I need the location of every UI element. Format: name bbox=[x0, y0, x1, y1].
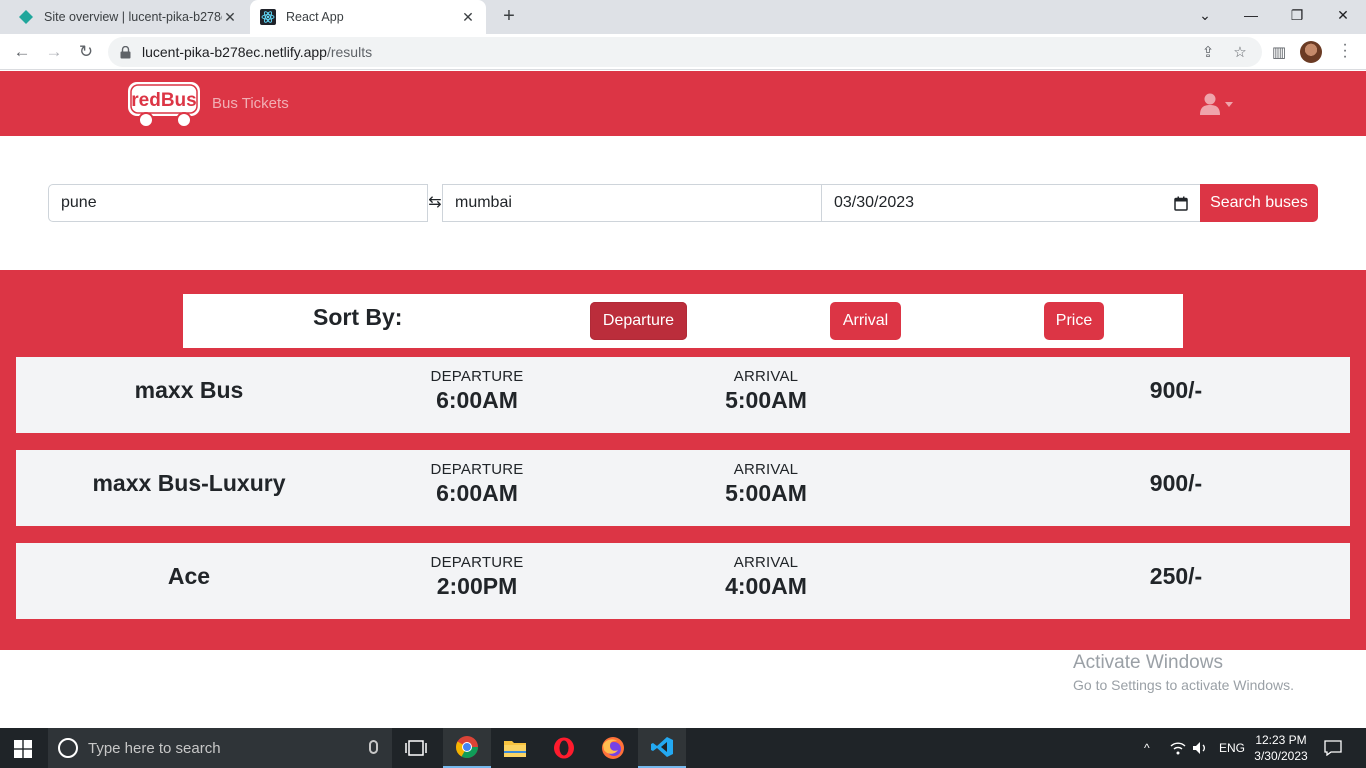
bus-card[interactable]: maxx Bus DEPARTURE 6:00AM ARRIVAL 5:00AM… bbox=[16, 357, 1350, 433]
close-tab-icon[interactable]: ✕ bbox=[222, 9, 238, 26]
more-menu-icon[interactable]: · · · bbox=[1340, 37, 1350, 65]
network-icon[interactable] bbox=[1170, 728, 1186, 768]
clock-date: 3/30/2023 bbox=[1254, 749, 1308, 763]
redbus-logo[interactable]: redBus bbox=[126, 79, 204, 129]
chrome-taskbar-icon[interactable] bbox=[443, 728, 491, 768]
arrival-label: ARRIVAL bbox=[733, 554, 799, 571]
netlify-icon bbox=[18, 9, 34, 25]
date-value: 03/30/2023 bbox=[834, 194, 915, 211]
vscode-icon[interactable] bbox=[638, 728, 686, 768]
search-buses-button[interactable]: Search buses bbox=[1200, 184, 1318, 222]
url-host: lucent-pika-b278ec.netlify.app bbox=[142, 44, 327, 60]
arrival-time: 5:00AM bbox=[725, 387, 807, 413]
bus-card[interactable]: Ace DEPARTURE 2:00PM ARRIVAL 4:00AM 250/… bbox=[16, 543, 1350, 619]
opera-icon[interactable] bbox=[540, 728, 588, 768]
bus-price: 900/- bbox=[1149, 470, 1203, 496]
departure-label: DEPARTURE bbox=[430, 554, 524, 571]
date-input[interactable]: 03/30/2023 bbox=[821, 184, 1201, 222]
departure-time: 6:00AM bbox=[436, 480, 518, 506]
departure-time: 6:00AM bbox=[436, 387, 518, 413]
profile-avatar[interactable] bbox=[1300, 41, 1322, 63]
results-panel: Sort By: Departure Arrival Price maxx Bu… bbox=[0, 270, 1366, 650]
departure-block: DEPARTURE 6:00AM bbox=[377, 368, 577, 414]
taskbar-search-box[interactable]: Type here to search bbox=[48, 728, 392, 768]
arrival-label: ARRIVAL bbox=[733, 368, 799, 385]
bus-name: maxx Bus bbox=[134, 377, 244, 403]
departure-block: DEPARTURE 6:00AM bbox=[377, 461, 577, 507]
clock-time: 12:23 PM bbox=[1255, 733, 1307, 747]
new-tab-button[interactable]: + bbox=[498, 6, 520, 28]
sort-departure-button[interactable]: Departure bbox=[590, 302, 687, 340]
taskbar-search-placeholder: Type here to search bbox=[88, 739, 221, 757]
tab-title: Site overview | lucent-pika-b278e bbox=[44, 10, 222, 24]
bus-name: Ace bbox=[167, 563, 211, 589]
close-tab-icon[interactable]: ✕ bbox=[460, 9, 476, 26]
calendar-icon[interactable] bbox=[1174, 196, 1188, 211]
site-header: redBus Bus Tickets bbox=[0, 71, 1366, 136]
firefox-icon[interactable] bbox=[589, 728, 637, 768]
close-window-button[interactable]: ✕ bbox=[1320, 0, 1366, 30]
brand-subtitle[interactable]: Bus Tickets bbox=[212, 95, 289, 112]
arrival-block: ARRIVAL 4:00AM bbox=[666, 554, 866, 600]
arrival-time: 4:00AM bbox=[725, 573, 807, 599]
arrival-block: ARRIVAL 5:00AM bbox=[666, 461, 866, 507]
watermark-title: Activate Windows bbox=[1073, 652, 1223, 673]
url-path: /results bbox=[326, 44, 373, 60]
windows-start-icon[interactable] bbox=[14, 740, 32, 758]
forward-icon[interactable]: → bbox=[42, 40, 66, 64]
departure-block: DEPARTURE 2:00PM bbox=[377, 554, 577, 600]
from-value: pune bbox=[61, 194, 97, 211]
microphone-icon[interactable] bbox=[369, 740, 378, 754]
departure-label: DEPARTURE bbox=[430, 368, 524, 385]
cortana-icon bbox=[58, 738, 78, 758]
activate-windows-watermark: Activate Windows Go to Settings to activ… bbox=[1073, 652, 1294, 693]
browser-tab-bar: Site overview | lucent-pika-b278e ✕ Reac… bbox=[0, 0, 1366, 34]
taskbar-clock[interactable]: 12:23 PM 3/30/2023 bbox=[1252, 732, 1310, 764]
address-bar[interactable]: lucent-pika-b278ec.netlify.app/results bbox=[108, 37, 1262, 67]
side-panel-icon[interactable]: ▥ bbox=[1269, 42, 1289, 62]
watermark-subtitle: Go to Settings to activate Windows. bbox=[1073, 677, 1294, 693]
bus-price: 900/- bbox=[1149, 377, 1203, 403]
chevron-down-icon bbox=[1225, 101, 1233, 107]
user-icon bbox=[1200, 93, 1220, 115]
arrival-label: ARRIVAL bbox=[733, 461, 799, 478]
react-icon bbox=[260, 9, 276, 25]
departure-label: DEPARTURE bbox=[430, 461, 524, 478]
sort-bar: Sort By: Departure Arrival Price bbox=[183, 294, 1183, 348]
bus-name: maxx Bus-Luxury bbox=[92, 470, 286, 496]
lock-icon bbox=[120, 45, 134, 59]
arrival-block: ARRIVAL 5:00AM bbox=[666, 368, 866, 414]
file-explorer-icon[interactable] bbox=[491, 728, 539, 768]
restore-button[interactable]: ❐ bbox=[1274, 0, 1320, 30]
task-view-icon[interactable] bbox=[392, 728, 440, 768]
tab-title: React App bbox=[286, 10, 344, 24]
tab-site-overview[interactable]: Site overview | lucent-pika-b278e ✕ bbox=[8, 0, 248, 34]
departure-time: 2:00PM bbox=[436, 573, 518, 599]
sort-price-button[interactable]: Price bbox=[1044, 302, 1104, 340]
bookmark-star-icon[interactable]: ☆ bbox=[1230, 42, 1250, 62]
language-indicator[interactable]: ENG bbox=[1219, 728, 1245, 768]
minimize-button[interactable]: — bbox=[1228, 0, 1274, 30]
bus-price: 250/- bbox=[1149, 563, 1203, 589]
bus-card[interactable]: maxx Bus-Luxury DEPARTURE 6:00AM ARRIVAL… bbox=[16, 450, 1350, 526]
arrival-time: 5:00AM bbox=[725, 480, 807, 506]
show-hidden-icons[interactable]: ^ bbox=[1144, 728, 1150, 768]
to-input[interactable]: mumbai bbox=[442, 184, 822, 222]
tab-react-app[interactable]: React App ✕ bbox=[250, 0, 486, 34]
browser-toolbar: ← → ↻ lucent-pika-b278ec.netlify.app/res… bbox=[0, 34, 1366, 70]
notification-icon[interactable] bbox=[1324, 728, 1342, 768]
user-menu-toggle[interactable] bbox=[1200, 93, 1233, 115]
sort-label: Sort By: bbox=[313, 304, 403, 330]
sort-arrival-button[interactable]: Arrival bbox=[830, 302, 901, 340]
swap-icon[interactable]: ⇆ bbox=[427, 194, 443, 212]
reload-icon[interactable]: ↻ bbox=[74, 40, 98, 64]
windows-taskbar: Type here to search ^ ENG 12:23 PM 3/30/… bbox=[0, 728, 1366, 768]
to-value: mumbai bbox=[455, 194, 512, 211]
volume-icon[interactable] bbox=[1192, 728, 1208, 768]
share-icon[interactable]: ⇪ bbox=[1198, 42, 1218, 62]
back-icon[interactable]: ← bbox=[10, 40, 34, 64]
tab-search-icon[interactable]: ⌄ bbox=[1182, 0, 1228, 30]
svg-text:redBus: redBus bbox=[131, 90, 196, 111]
from-input[interactable]: pune bbox=[48, 184, 428, 222]
